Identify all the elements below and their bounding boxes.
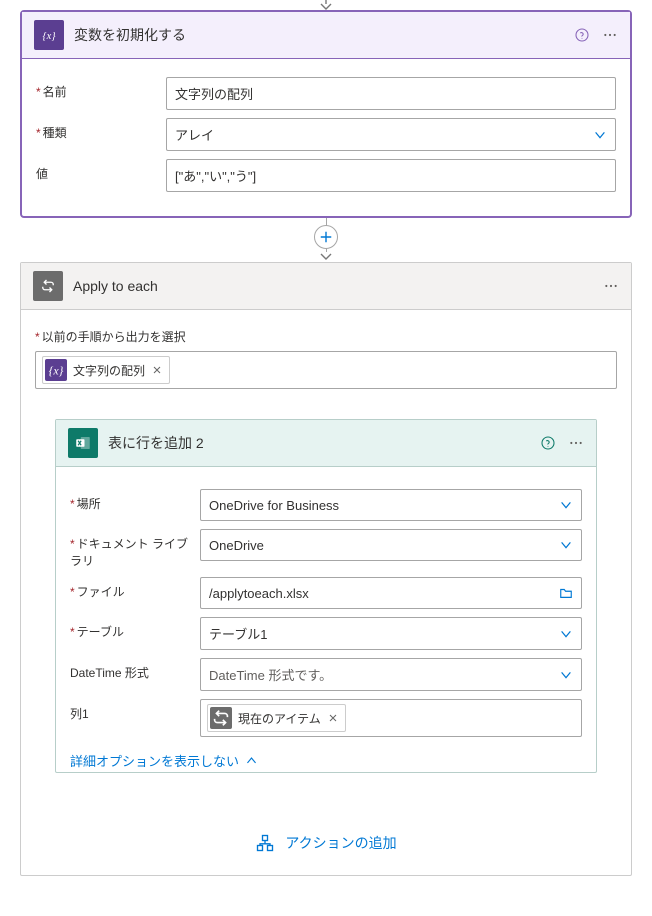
add-step-button[interactable] (314, 225, 338, 249)
help-icon[interactable] (574, 27, 590, 43)
svg-text:{x}: {x} (49, 364, 64, 378)
loop-icon (210, 707, 232, 729)
close-icon[interactable] (151, 364, 163, 376)
arrow-down-icon (318, 252, 334, 262)
name-input[interactable]: 文字列の配列 (166, 77, 616, 110)
table-select[interactable]: テーブル1 (200, 617, 582, 650)
card-header[interactable]: Apply to each (21, 263, 631, 310)
datetime-label: DateTime 形式 (70, 658, 190, 681)
close-icon[interactable] (327, 712, 339, 724)
file-label: ファイル (70, 577, 190, 600)
chevron-down-icon (559, 498, 573, 512)
more-icon[interactable] (568, 435, 584, 451)
help-icon[interactable] (540, 435, 556, 451)
add-action-button[interactable]: アクションの追加 (35, 773, 617, 873)
value-label: 値 (36, 159, 156, 182)
col1-label: 列1 (70, 699, 190, 722)
type-label: 種類 (36, 118, 156, 141)
excel-icon (68, 428, 98, 458)
type-select[interactable]: アレイ (166, 118, 616, 151)
name-label: 名前 (36, 77, 156, 100)
token-variable[interactable]: {x} 文字列の配列 (42, 356, 170, 384)
doclib-select[interactable]: OneDrive (200, 529, 582, 561)
chevron-down-icon (559, 668, 573, 682)
folder-icon (559, 586, 573, 600)
location-label: 場所 (70, 489, 190, 512)
hide-advanced-options-link[interactable]: 詳細オプションを表示しない (70, 751, 582, 770)
initialize-variable-card: {x} 変数を初期化する 名前 文字列の配列 種類 アレイ 値 ["あ","い"… (20, 10, 632, 218)
card-title: 表に行を追加 2 (108, 433, 530, 453)
variable-icon: {x} (45, 359, 67, 381)
more-icon[interactable] (603, 278, 619, 294)
connector-mid (20, 218, 632, 262)
chevron-down-icon (593, 128, 607, 142)
card-header[interactable]: {x} 変数を初期化する (22, 12, 630, 59)
card-header[interactable]: 表に行を追加 2 (56, 420, 596, 467)
location-select[interactable]: OneDrive for Business (200, 489, 582, 521)
output-select-label: 以前の手順から出力を選択 (35, 324, 617, 345)
loop-icon (33, 271, 63, 301)
col1-input[interactable]: 現在のアイテム (200, 699, 582, 737)
token-label: 文字列の配列 (73, 362, 145, 379)
output-select-input[interactable]: {x} 文字列の配列 (35, 351, 617, 389)
card-title: Apply to each (73, 278, 593, 294)
card-title: 変数を初期化する (74, 25, 564, 45)
apply-to-each-card: Apply to each 以前の手順から出力を選択 {x} 文字列の配列 (20, 262, 632, 876)
chevron-down-icon (559, 627, 573, 641)
connector-top (20, 0, 632, 10)
file-picker[interactable]: /applytoeach.xlsx (200, 577, 582, 609)
variable-icon: {x} (34, 20, 64, 50)
token-label: 現在のアイテム (238, 710, 321, 727)
datetime-select[interactable]: DateTime 形式です。 (200, 658, 582, 691)
svg-text:{x}: {x} (42, 31, 56, 42)
excel-add-row-card: 表に行を追加 2 場所 OneDrive for Business (55, 419, 597, 773)
table-label: テーブル (70, 617, 190, 640)
chevron-down-icon (559, 538, 573, 552)
token-current-item[interactable]: 現在のアイテム (207, 704, 346, 732)
doclib-label: ドキュメント ライブラリ (70, 529, 190, 569)
more-icon[interactable] (602, 27, 618, 43)
value-input[interactable]: ["あ","い","う"] (166, 159, 616, 192)
